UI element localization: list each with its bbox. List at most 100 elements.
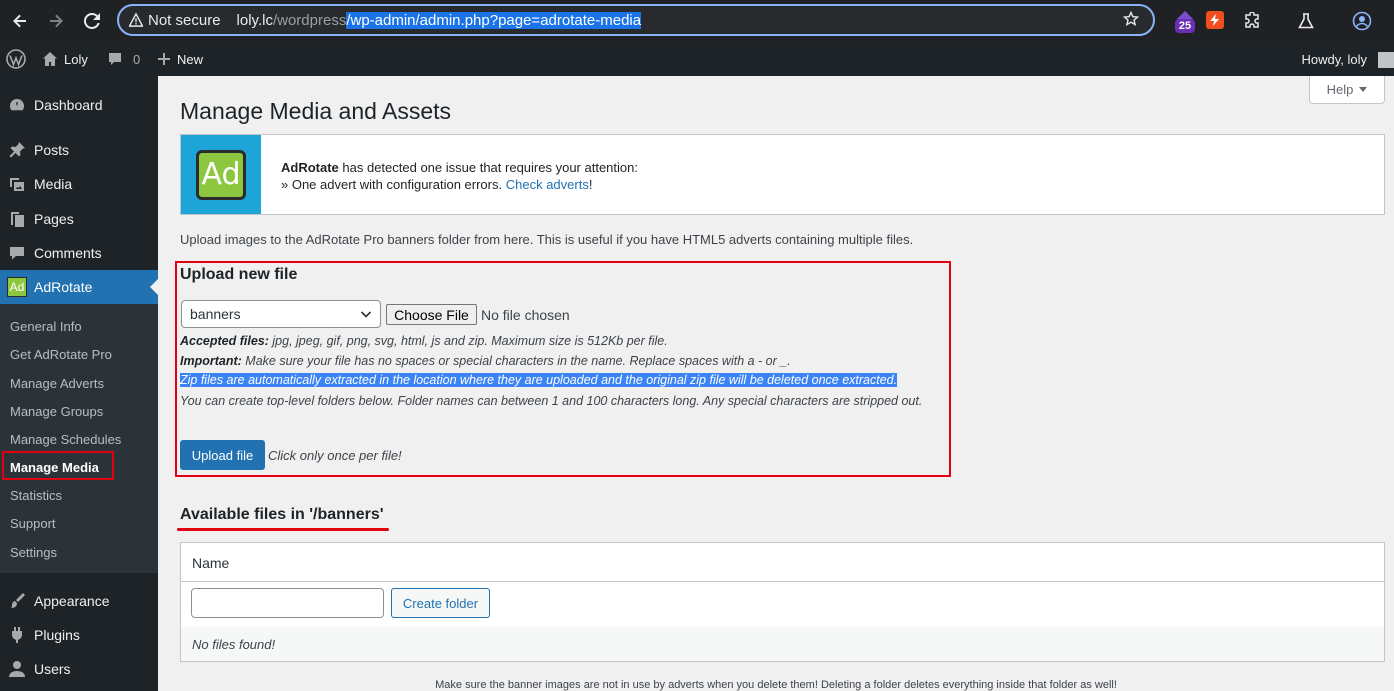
choose-file-button[interactable]: Choose File: [386, 304, 477, 325]
notice-line2: » One advert with configuration errors.: [281, 177, 506, 192]
wordpress-logo-icon[interactable]: [6, 42, 26, 76]
site-name-link[interactable]: Loly: [42, 42, 88, 76]
upload-section-highlight: [175, 261, 951, 477]
new-label: New: [177, 51, 204, 67]
new-folder-input[interactable]: [191, 588, 384, 618]
submenu-manage-adverts[interactable]: Manage Adverts: [10, 376, 104, 391]
submenu-support[interactable]: Support: [10, 516, 56, 531]
page-title: Manage Media and Assets: [180, 98, 452, 124]
files-title-underline: [177, 528, 389, 531]
available-files-title: Available files in '/banners': [180, 506, 384, 523]
sidebar-item-label: Posts: [34, 142, 70, 158]
sidebar-item-pages[interactable]: Pages: [0, 202, 158, 236]
check-adverts-link[interactable]: Check adverts: [506, 177, 589, 192]
accepted-label: Accepted files:: [180, 334, 269, 348]
url-host: loly.lc: [236, 11, 273, 29]
sidebar-item-label: Users: [34, 661, 71, 677]
sidebar-item-media[interactable]: Media: [0, 167, 158, 201]
folder-select-value: banners: [190, 306, 241, 322]
sidebar-item-comments[interactable]: Comments: [0, 236, 158, 270]
admin-sidebar-menu: Dashboard Posts Media Pages Comments Ad …: [0, 76, 158, 691]
user-icon: [0, 660, 34, 678]
adrotate-logo-text: Ad: [196, 149, 246, 200]
pin-icon: [0, 141, 34, 159]
accepted-files-note: Accepted files: jpg, jpeg, gif, png, svg…: [180, 334, 668, 348]
accepted-text: jpg, jpeg, gif, png, svg, html, js and z…: [268, 334, 668, 348]
important-label: Important:: [180, 354, 242, 368]
submenu-settings[interactable]: Settings: [10, 545, 57, 560]
column-header-name: Name: [192, 555, 230, 571]
url-path-selected: /wp-admin/admin.php?page=adrotate-media: [346, 11, 642, 29]
comment-icon: [0, 244, 34, 262]
extension-badge-icon[interactable]: 25: [1174, 10, 1196, 33]
sidebar-item-label: Dashboard: [34, 97, 103, 113]
sidebar-item-plugins[interactable]: Plugins: [0, 618, 158, 652]
flask-labs-icon[interactable]: [1295, 10, 1317, 32]
bolt-extension-icon[interactable]: [1206, 11, 1224, 29]
adrotate-submenu: General Info Get AdRotate Pro Manage Adv…: [0, 304, 158, 573]
sidebar-item-label: Comments: [34, 245, 102, 261]
reload-icon[interactable]: [76, 5, 108, 37]
warning-icon: [129, 13, 143, 27]
address-bar[interactable]: Not secure loly.lc/wordpress/wp-admin/ad…: [117, 4, 1155, 36]
pages-icon: [0, 210, 34, 228]
profile-account-icon[interactable]: [1351, 10, 1373, 32]
sidebar-item-label: Appearance: [34, 593, 110, 609]
wp-admin-bar: Loly 0 New Howdy, loly: [0, 42, 1394, 76]
comment-bubble-icon: [109, 53, 121, 65]
security-indicator[interactable]: Not secure: [129, 12, 221, 29]
brush-icon: [0, 592, 34, 610]
table-row: No files found!: [181, 627, 1384, 661]
upload-file-button[interactable]: Upload file: [180, 440, 265, 470]
bookmark-star-icon[interactable]: [1122, 10, 1140, 31]
no-files-message: No files found!: [192, 637, 276, 652]
sidebar-item-appearance[interactable]: Appearance: [0, 584, 158, 618]
forward-icon[interactable]: [40, 5, 72, 37]
upload-section-title: Upload new file: [180, 266, 298, 283]
manage-media-highlight: [2, 451, 114, 480]
create-folder-button[interactable]: Create folder: [391, 588, 490, 618]
zip-note: Zip files are automatically extracted in…: [180, 373, 898, 387]
header-divider: [181, 581, 1384, 582]
plus-icon: [158, 53, 170, 65]
notice-line2-suffix: !: [588, 177, 593, 192]
no-file-chosen-text: No file chosen: [481, 307, 570, 323]
new-content-link[interactable]: New: [157, 42, 203, 76]
important-note: Important: Make sure your file has no sp…: [180, 354, 791, 368]
adrotate-icon-text: Ad: [7, 277, 27, 297]
submenu-general-info[interactable]: General Info: [10, 319, 82, 334]
home-icon: [43, 52, 57, 66]
help-label: Help: [1326, 82, 1354, 97]
puzzle-extensions-icon[interactable]: [1241, 10, 1263, 32]
adrotate-notice: Ad AdRotate has detected one issue that …: [180, 134, 1385, 215]
folder-select[interactable]: banners: [181, 300, 381, 328]
site-name: Loly: [64, 51, 88, 67]
sidebar-item-posts[interactable]: Posts: [0, 133, 158, 167]
upload-hint: Click only once per file!: [268, 448, 402, 463]
submenu-manage-schedules[interactable]: Manage Schedules: [10, 432, 121, 447]
submenu-statistics[interactable]: Statistics: [10, 488, 62, 503]
url-path-dim: /wordpress: [272, 11, 347, 29]
submenu-manage-groups[interactable]: Manage Groups: [10, 404, 103, 419]
avatar[interactable]: [1378, 52, 1394, 68]
howdy-text: Howdy, loly: [1301, 51, 1367, 67]
sidebar-item-label: Pages: [34, 211, 74, 227]
comments-link[interactable]: 0: [107, 42, 140, 76]
back-icon[interactable]: [4, 5, 36, 37]
plug-icon: [0, 626, 34, 644]
sidebar-item-label: AdRotate: [34, 279, 93, 295]
sidebar-item-adrotate[interactable]: Ad AdRotate: [0, 270, 158, 304]
adrotate-icon: Ad: [0, 277, 34, 297]
submenu-get-pro[interactable]: Get AdRotate Pro: [10, 347, 112, 362]
notice-line1: has detected one issue that requires you…: [338, 160, 638, 175]
extension-badge-count: 25: [1175, 19, 1195, 33]
chevron-down-icon: [360, 307, 372, 324]
main-content: Help Manage Media and Assets Ad AdRotate…: [158, 76, 1394, 691]
notice-message: AdRotate has detected one issue that req…: [281, 159, 638, 193]
dashboard-icon: [0, 96, 34, 114]
help-button[interactable]: Help: [1309, 76, 1385, 104]
caret-down-icon: [1359, 86, 1368, 92]
sidebar-item-users[interactable]: Users: [0, 652, 158, 686]
intro-text: Upload images to the AdRotate Pro banner…: [180, 232, 914, 247]
sidebar-item-dashboard[interactable]: Dashboard: [0, 88, 158, 122]
